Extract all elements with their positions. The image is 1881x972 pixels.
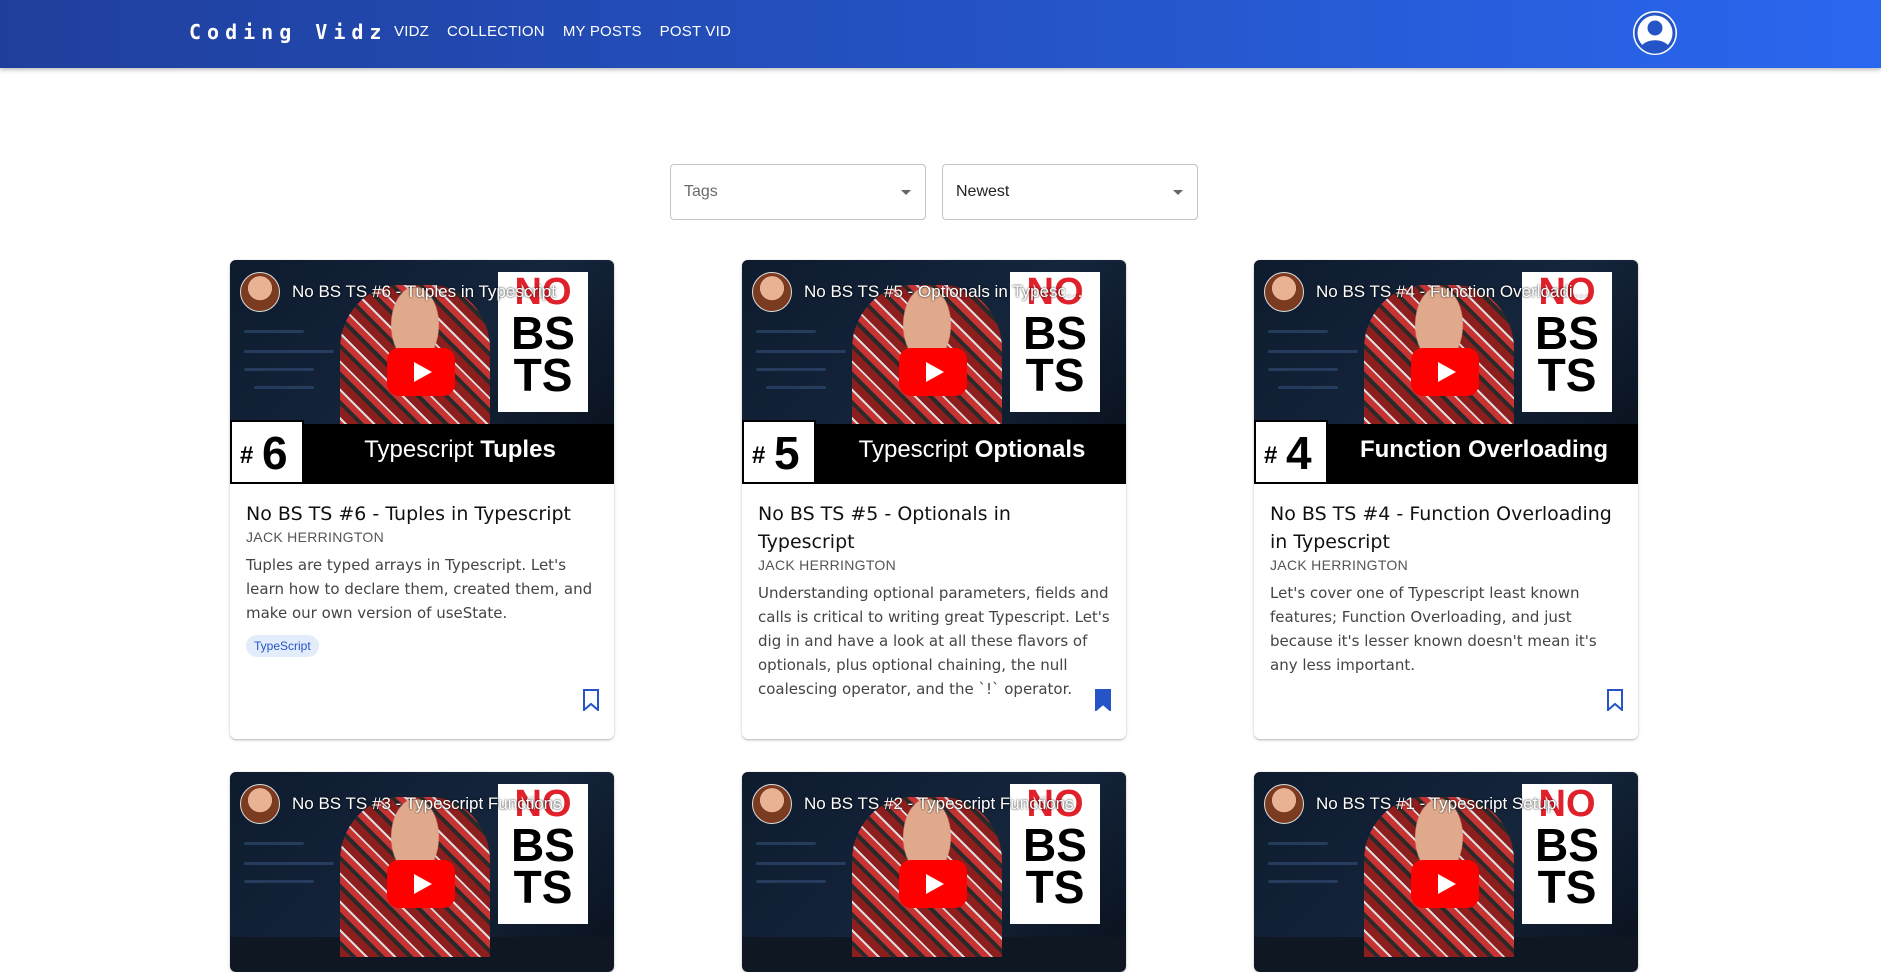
account-circle-icon[interactable]: [1633, 11, 1677, 55]
sort-select[interactable]: Newest: [942, 164, 1198, 220]
more-vert-icon[interactable]: ⋮: [1086, 792, 1104, 813]
embed-title[interactable]: No BS TS #1 - Typescript Setup: [1316, 794, 1596, 814]
nav-my-posts[interactable]: MY POSTS: [563, 23, 642, 40]
video-embed[interactable]: NO BS TS No BS TS #3 - Typescript Functi…: [230, 772, 614, 972]
card-description: Tuples are typed arrays in Typescript. L…: [246, 556, 593, 622]
filter-bar: Tags Newest: [670, 164, 1198, 220]
card-title: No BS TS #5 - Optionals in Typescript: [758, 503, 1011, 553]
video-embed[interactable]: NO BS TS No BS TS #6 - Tuples in Typescr…: [230, 260, 614, 484]
video-embed[interactable]: NO BS TS No BS TS #5 - Optionals in Type…: [742, 260, 1126, 484]
embed-title[interactable]: No BS TS #2 - Typescript Functions: [804, 794, 1084, 814]
channel-avatar[interactable]: [752, 784, 792, 824]
embed-title[interactable]: No BS TS #5 - Optionals in Typescript: [804, 282, 1084, 302]
thumbnail-caption: Typescript Optionals: [858, 436, 1086, 463]
card-title: No BS TS #6 - Tuples in Typescript: [246, 503, 572, 525]
episode-number: #6: [230, 420, 304, 484]
bookmark-filled-icon[interactable]: [1094, 689, 1112, 711]
episode-number: #4: [1254, 420, 1328, 484]
video-card: NO BS TS No BS TS #1 - Typescript Setup …: [1254, 772, 1638, 972]
chevron-down-icon: [1173, 190, 1183, 195]
tags-select[interactable]: Tags: [670, 164, 926, 220]
bookmark-border-icon[interactable]: [582, 689, 600, 711]
more-vert-icon[interactable]: ⋮: [574, 280, 592, 301]
video-card: NO BS TS No BS TS #6 - Tuples in Typescr…: [230, 260, 614, 739]
main-nav: VIDZ COLLECTION MY POSTS POST VID: [394, 23, 749, 40]
channel-avatar[interactable]: [240, 784, 280, 824]
play-button-icon[interactable]: [899, 348, 967, 396]
channel-avatar[interactable]: [1264, 784, 1304, 824]
sort-select-value: Newest: [956, 183, 1010, 200]
bookmark-border-icon[interactable]: [1606, 689, 1624, 711]
tags-select-placeholder: Tags: [684, 183, 718, 200]
more-vert-icon[interactable]: ⋮: [1598, 280, 1616, 301]
app-bar: Coding Vidz VIDZ COLLECTION MY POSTS POS…: [0, 0, 1881, 68]
card-title: No BS TS #4 - Function Overloading in Ty…: [1270, 503, 1612, 553]
play-button-icon[interactable]: [387, 348, 455, 396]
channel-avatar[interactable]: [752, 272, 792, 312]
channel-avatar[interactable]: [1264, 272, 1304, 312]
nav-collection[interactable]: COLLECTION: [447, 23, 545, 40]
video-card: NO BS TS No BS TS #3 - Typescript Functi…: [230, 772, 614, 972]
embed-title[interactable]: No BS TS #3 - Typescript Functions: [292, 794, 572, 814]
card-author: JACK HERRINGTON: [758, 557, 897, 573]
video-embed[interactable]: NO BS TS No BS TS #4 - Function Overload…: [1254, 260, 1638, 484]
card-description: Let's cover one of Typescript least know…: [1270, 584, 1597, 674]
thumbnail-caption: Function Overloading: [1359, 436, 1608, 463]
more-vert-icon[interactable]: ⋮: [1086, 280, 1104, 301]
play-button-icon[interactable]: [1411, 348, 1479, 396]
video-embed[interactable]: NO BS TS No BS TS #1 - Typescript Setup …: [1254, 772, 1638, 972]
episode-number: #5: [742, 420, 816, 484]
more-vert-icon[interactable]: ⋮: [574, 792, 592, 813]
channel-avatar[interactable]: [240, 272, 280, 312]
video-card: NO BS TS No BS TS #4 - Function Overload…: [1254, 260, 1638, 739]
play-button-icon[interactable]: [899, 860, 967, 908]
thumbnail-caption: Typescript Tuples: [364, 436, 556, 463]
play-button-icon[interactable]: [1411, 860, 1479, 908]
card-author: JACK HERRINGTON: [246, 529, 385, 545]
card-author: JACK HERRINGTON: [1270, 557, 1409, 573]
embed-title[interactable]: No BS TS #6 - Tuples in Typescript: [292, 282, 572, 302]
play-button-icon[interactable]: [387, 860, 455, 908]
chevron-down-icon: [901, 190, 911, 195]
video-embed[interactable]: NO BS TS No BS TS #2 - Typescript Functi…: [742, 772, 1126, 972]
brand-logo[interactable]: Coding Vidz: [189, 20, 387, 44]
more-vert-icon[interactable]: ⋮: [1598, 792, 1616, 813]
tag-chip[interactable]: TypeScript: [246, 635, 319, 657]
nav-post-vid[interactable]: POST VID: [660, 23, 731, 40]
card-description: Understanding optional parameters, field…: [758, 584, 1110, 698]
video-card: NO BS TS No BS TS #2 - Typescript Functi…: [742, 772, 1126, 972]
video-card: NO BS TS No BS TS #5 - Optionals in Type…: [742, 260, 1126, 739]
embed-title[interactable]: No BS TS #4 - Function Overloading in Ty…: [1316, 282, 1596, 302]
nav-vidz[interactable]: VIDZ: [394, 23, 429, 40]
